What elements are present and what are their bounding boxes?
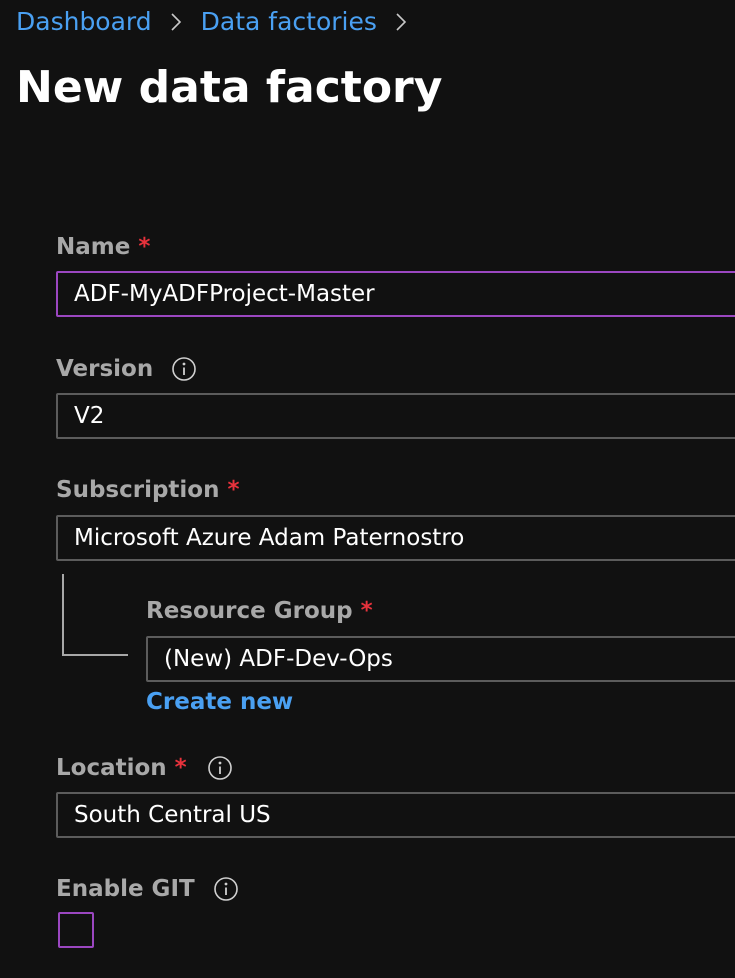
resource-group-select[interactable]: (New) ADF-Dev-Ops [146,636,735,682]
version-label: Version [56,353,197,385]
enable-git-info-icon[interactable] [213,876,239,902]
chevron-right-icon [389,10,413,34]
enable-git-checkbox[interactable] [58,912,94,948]
subscription-label-text: Subscription [56,477,220,503]
resource-group-select-value: (New) ADF-Dev-Ops [164,646,393,672]
resource-group-label-text: Resource Group [146,598,353,624]
location-select[interactable]: South Central US [56,792,735,838]
subscription-label: Subscription * [56,474,240,506]
version-select-value: V2 [74,403,105,429]
location-info-icon[interactable] [207,755,233,781]
location-label-text: Location [56,755,167,781]
breadcrumb-dashboard-link[interactable]: Dashboard [16,5,152,39]
subscription-select[interactable]: Microsoft Azure Adam Paternostro [56,515,735,561]
version-label-text: Version [56,356,154,382]
resource-group-required-mark: * [360,598,373,624]
subscription-select-value: Microsoft Azure Adam Paternostro [74,525,465,551]
create-new-resource-group-link[interactable]: Create new [146,686,293,718]
new-data-factory-blade: Dashboard Data factories New data factor… [0,0,735,978]
name-input[interactable]: ADF-MyADFProject-Master [56,271,735,317]
enable-git-label-text: Enable GIT [56,876,195,902]
name-label-text: Name [56,234,131,260]
resource-group-label: Resource Group * [146,595,373,627]
name-input-value: ADF-MyADFProject-Master [74,281,375,307]
location-select-value: South Central US [74,802,271,828]
version-select[interactable]: V2 [56,393,735,439]
enable-git-label: Enable GIT [56,873,239,905]
chevron-right-icon [164,10,188,34]
tree-connector [62,574,128,656]
name-label: Name * [56,231,150,263]
name-required-mark: * [138,234,151,260]
location-label: Location * [56,752,233,784]
subscription-required-mark: * [227,477,240,503]
version-info-icon[interactable] [171,356,197,382]
breadcrumb: Dashboard Data factories [16,5,426,39]
location-required-mark: * [174,755,187,781]
page-title: New data factory [16,62,443,113]
breadcrumb-data-factories-link[interactable]: Data factories [201,5,377,39]
